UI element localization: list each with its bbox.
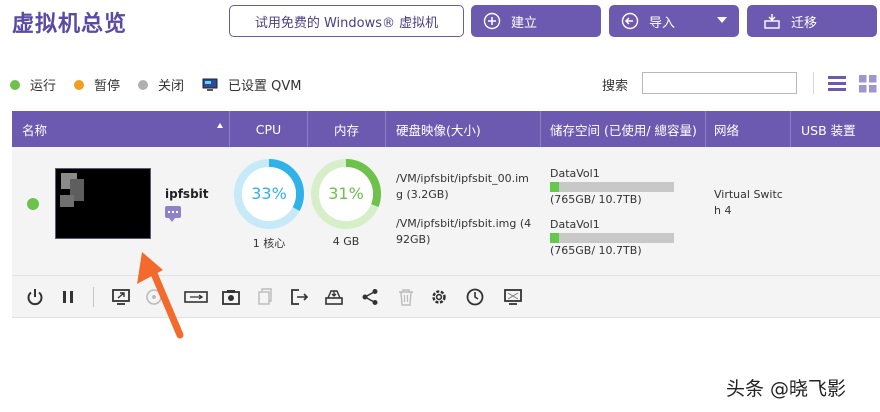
column-memory-label: 内存 (333, 122, 359, 138)
column-name-label: 名称 (22, 122, 48, 138)
column-disk: 硬盘映像(大小) (386, 111, 541, 147)
column-name[interactable]: 名称 (12, 111, 230, 147)
column-memory: 内存 (308, 111, 386, 147)
storage-usage-2: (765GB/ 10.7TB) (550, 244, 642, 257)
grid-view-icon[interactable] (859, 75, 877, 97)
storage-bar-fill-2 (550, 233, 559, 243)
migrate-button-label: 迁移 (791, 15, 818, 31)
network-switch: Virtual Switch 4 (714, 188, 783, 217)
paused-dot-icon (74, 79, 85, 90)
vm-name[interactable]: ipfsbit (165, 187, 209, 201)
status-legend: 运行 暂停 关闭 已设置 QVM (10, 75, 320, 94)
pause-icon[interactable] (57, 286, 79, 308)
column-usb: USB 装置 (791, 111, 880, 147)
settings-icon[interactable] (428, 286, 450, 308)
storage-volume-1: DataVol1 (550, 167, 600, 180)
chat-bubble-icon[interactable] (165, 206, 181, 222)
column-disk-label: 硬盘映像(大小) (396, 122, 481, 138)
snapshot-icon[interactable] (220, 286, 242, 308)
share-icon[interactable] (359, 286, 381, 308)
legend-running: 运行 (30, 79, 57, 94)
export-icon[interactable] (288, 286, 310, 308)
watermark-text: 头条 @晓飞影 (726, 378, 847, 400)
storage-bar-2 (550, 233, 674, 243)
create-button-label: 建立 (511, 15, 538, 31)
import-button-label: 导入 (649, 15, 676, 31)
trial-windows-vm-button[interactable]: 试用免费的 Windows® 虚拟机 (229, 5, 464, 37)
sort-asc-icon (217, 123, 223, 128)
disk-image-1: /VM/ipfsbit/ipfsbit_00.img (3.2GB) (396, 172, 529, 201)
trial-button-label: 试用免费的 Windows® 虚拟机 (254, 15, 439, 31)
drive-icon[interactable] (323, 286, 345, 308)
page-title: 虚拟机总览 (12, 12, 128, 37)
display-icon[interactable] (502, 286, 524, 308)
storage-bar-fill-1 (550, 182, 559, 192)
migrate-icon (763, 12, 781, 30)
import-button[interactable]: 导入 (609, 5, 739, 37)
legend-qvm: 已设置 QVM (228, 79, 302, 94)
cpu-cores: 1 核心 (252, 237, 286, 250)
history-icon[interactable] (464, 286, 486, 308)
legend-off: 关闭 (158, 79, 185, 94)
column-cpu: CPU (230, 111, 308, 147)
view-divider (813, 72, 814, 94)
clone-icon (254, 286, 276, 308)
power-icon[interactable] (24, 286, 46, 308)
list-view-icon[interactable] (828, 75, 846, 95)
create-button[interactable]: 建立 (471, 5, 601, 37)
migrate-button[interactable]: 迁移 (747, 5, 877, 37)
plus-circle-icon (483, 12, 501, 30)
column-network: 网络 (706, 111, 791, 147)
qvm-monitor-icon (202, 78, 218, 92)
cpu-usage-value: 33% (251, 184, 287, 203)
search-label: 搜索 (602, 79, 629, 94)
column-network-label: 网络 (714, 122, 740, 138)
column-storage: 储存空间 (已使用/ 總容量) (541, 111, 706, 147)
memory-usage-value: 31% (328, 184, 364, 203)
disc-icon (143, 286, 165, 308)
vm-action-toolbar (12, 276, 880, 318)
column-storage-label: 储存空间 (已使用/ 總容量) (550, 122, 697, 138)
memory-size: 4 GB (332, 235, 360, 248)
column-usb-label: USB 装置 (801, 122, 856, 138)
vm-table-header: 名称 CPU 内存 硬盘映像(大小) 储存空间 (已使用/ 總容量) 网络 US… (12, 111, 880, 147)
delete-icon (395, 286, 417, 308)
storage-bar-1 (550, 182, 674, 192)
running-dot-icon (10, 79, 20, 90)
console-icon[interactable] (110, 286, 132, 308)
off-dot-icon (138, 79, 149, 90)
column-cpu-label: CPU (255, 121, 282, 137)
disk-image-2: /VM/ipfsbit/ipfsbit.img (492GB) (396, 217, 532, 246)
vm-screen-thumbnail[interactable] (55, 168, 151, 239)
chevron-down-icon (717, 17, 727, 23)
usb-icon[interactable] (183, 286, 209, 308)
running-status-icon (27, 198, 39, 210)
search-input[interactable] (642, 72, 797, 94)
toolbar-divider (93, 287, 94, 307)
table-row[interactable]: ipfsbit 33% 1 核心 31% 4 GB /VM/ipfsbit/ip… (12, 147, 880, 276)
legend-paused: 暂停 (94, 79, 121, 94)
storage-usage-1: (765GB/ 10.7TB) (550, 193, 642, 206)
import-icon (621, 12, 639, 30)
storage-volume-2: DataVol1 (550, 218, 600, 231)
